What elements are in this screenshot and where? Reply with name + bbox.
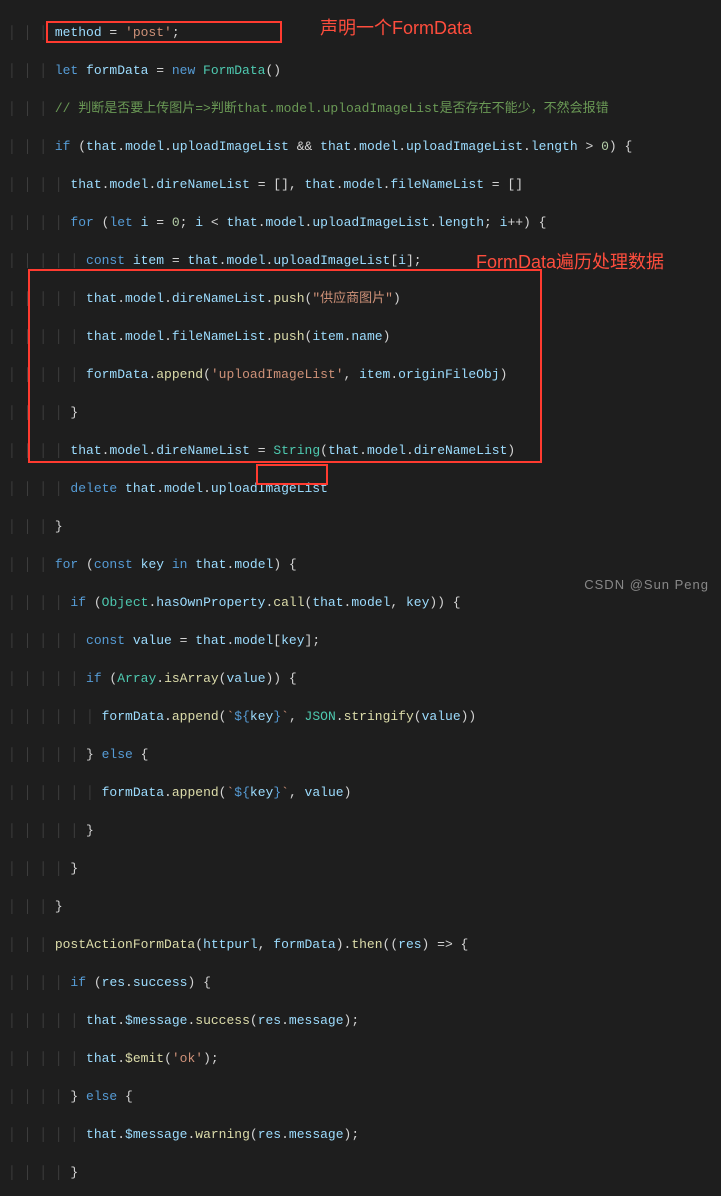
tok: method <box>55 25 102 40</box>
watermark: CSDN @Sun Peng <box>584 577 709 592</box>
comment: // 判断是否要上传图片=>判断that.model.uploadImageLi… <box>55 101 609 116</box>
code-editor: │ │ │ method = 'post'; │ │ │ let formDat… <box>0 0 721 1196</box>
